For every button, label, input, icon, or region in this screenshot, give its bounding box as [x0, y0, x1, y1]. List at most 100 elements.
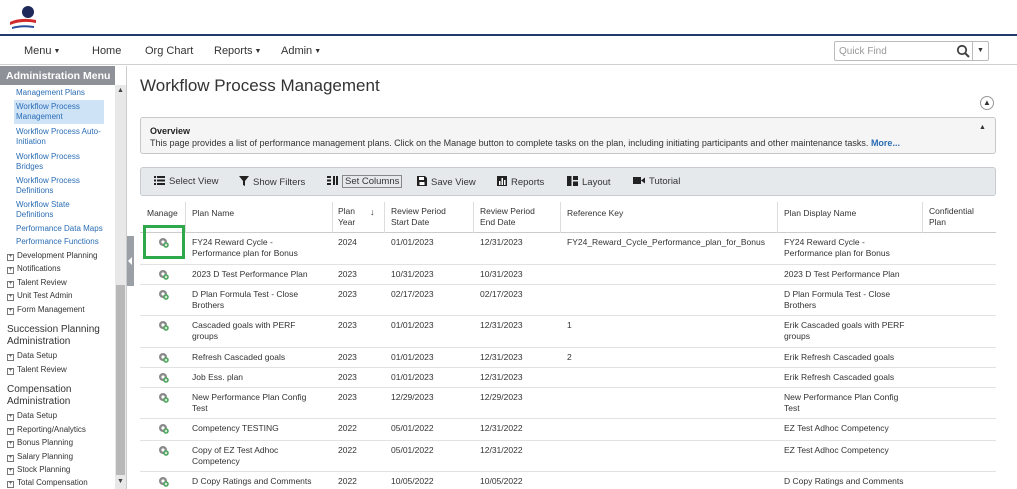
cell-plan-display-name: Erik Cascaded goals with PERF groups [784, 320, 904, 342]
nav-admin[interactable]: Admin ▼ [281, 45, 321, 57]
manage-gear-icon[interactable] [157, 444, 169, 456]
cell-end-date: 12/31/2022 [480, 445, 523, 455]
sidebar-item-development-planning[interactable]: + Development Planning [7, 251, 98, 261]
show-filters-button[interactable]: Show Filters [239, 176, 305, 188]
column-divider[interactable] [185, 202, 186, 233]
cell-start-date: 10/05/2022 [391, 476, 434, 486]
column-divider[interactable] [777, 202, 778, 233]
quick-find-input[interactable] [839, 44, 949, 58]
sidebar-item-unit-test-admin[interactable]: + Unit Test Admin [7, 291, 72, 301]
col-review-start[interactable]: Review Period Start Date [391, 206, 446, 228]
sidebar-item-salary-planning[interactable]: + Salary Planning [7, 452, 73, 462]
col-plan-display-name[interactable]: Plan Display Name [784, 208, 856, 219]
cell-end-date: 12/31/2023 [480, 237, 523, 247]
nav-reports[interactable]: Reports ▼ [214, 45, 261, 57]
sidebar-scrollbar[interactable]: ▲ ▼ [115, 85, 126, 489]
sidebar-item-notifications[interactable]: + Notifications [7, 264, 61, 274]
expand-icon: + [7, 441, 14, 448]
overview-description: This page provides a list of performance… [150, 138, 869, 148]
cell-start-date: 01/01/2023 [391, 352, 434, 362]
cell-plan-name: Refresh Cascaded goals [192, 352, 285, 363]
column-divider[interactable] [922, 202, 923, 233]
overview-text: This page provides a list of performance… [150, 138, 900, 148]
sidebar-item-workflow-process-bridges[interactable]: Workflow Process Bridges [16, 152, 106, 172]
scrollbar-thumb[interactable] [116, 285, 125, 475]
manage-gear-icon[interactable] [157, 391, 169, 403]
manage-gear-icon[interactable] [157, 422, 169, 434]
column-divider[interactable] [332, 202, 333, 233]
sidebar-item-succession-talent-review[interactable]: + Talent Review [7, 365, 67, 375]
nav-home[interactable]: Home [92, 45, 121, 57]
sidebar-item-management-plans[interactable]: Management Plans [16, 88, 106, 98]
sidebar-item-succession-data-setup[interactable]: + Data Setup [7, 351, 57, 361]
sidebar-item-reporting-analytics[interactable]: + Reporting/Analytics [7, 425, 86, 435]
col-manage[interactable]: Manage [147, 208, 178, 219]
sidebar-item-workflow-process-auto-initiation[interactable]: Workflow Process Auto-Initiation [16, 127, 106, 147]
expand-icon: + [7, 414, 14, 421]
cell-end-date: 02/17/2023 [480, 289, 523, 299]
table-row: Copy of EZ Test Adhoc Competency 2022 05/01… [140, 441, 996, 472]
nav-org-chart[interactable]: Org Chart [145, 45, 193, 57]
sidebar-item-workflow-process-management[interactable]: Workflow Process Management [14, 100, 104, 124]
manage-gear-icon[interactable] [157, 288, 169, 300]
save-view-button[interactable]: Save View [417, 176, 476, 188]
cell-plan-name: Copy of EZ Test Adhoc Competency [192, 445, 278, 467]
company-logo[interactable] [8, 5, 38, 31]
cell-reference-key: FY24_Reward_Cycle_Performance_plan_for_B… [567, 237, 765, 247]
sidebar-item-comp-data-setup[interactable]: + Data Setup [7, 411, 57, 421]
quick-find: ▼ [834, 41, 989, 61]
sidebar-item-label: Total Compensation [17, 478, 88, 487]
expand-icon: + [7, 308, 14, 315]
scroll-up-icon[interactable]: ▲ [117, 87, 124, 94]
layout-button[interactable]: Layout [567, 176, 611, 188]
sidebar-item-talent-review[interactable]: + Talent Review [7, 278, 67, 288]
more-link[interactable]: More... [871, 138, 900, 148]
manage-gear-icon[interactable] [157, 268, 169, 280]
sidebar-collapse-handle[interactable] [127, 236, 134, 286]
bar-chart-icon [497, 176, 507, 186]
sidebar-item-workflow-process-definitions[interactable]: Workflow Process Definitions [16, 176, 106, 196]
sidebar-item-label: Bonus Planning [17, 438, 74, 447]
col-plan-name[interactable]: Plan Name [192, 208, 234, 219]
set-columns-button[interactable]: Set Columns [327, 175, 403, 188]
select-view-button[interactable]: Select View [154, 176, 218, 187]
sidebar-item-label: Salary Planning [17, 452, 74, 461]
sort-descending-icon[interactable]: ↓ [370, 207, 375, 217]
sidebar-item-performance-data-maps[interactable]: Performance Data Maps [16, 224, 106, 234]
manage-gear-icon[interactable] [157, 319, 169, 331]
scroll-down-icon[interactable]: ▼ [117, 478, 124, 485]
column-divider[interactable] [560, 202, 561, 233]
sidebar-item-stock-planning[interactable]: + Stock Planning [7, 465, 70, 475]
select-view-label: Select View [169, 176, 219, 187]
sidebar-item-total-compensation[interactable]: + Total Compensation [7, 478, 88, 488]
col-plan-year-line1: Plan [338, 206, 356, 216]
grid-toolbar: Select View Show Filters Set Columns Sav… [140, 167, 996, 196]
col-review-end[interactable]: Review Period End Date [480, 206, 535, 228]
manage-gear-icon[interactable] [157, 351, 169, 363]
col-end-line2: End Date [480, 217, 516, 227]
column-divider[interactable] [384, 202, 385, 233]
quick-find-dropdown[interactable]: ▼ [972, 42, 988, 60]
overview-collapse-icon[interactable]: ▲ [979, 124, 986, 131]
search-icon[interactable] [956, 44, 970, 58]
cell-start-date: 01/01/2023 [391, 372, 434, 382]
sidebar-item-form-management[interactable]: + Form Management [7, 305, 85, 315]
sidebar-item-bonus-planning[interactable]: + Bonus Planning [7, 438, 73, 448]
manage-gear-icon[interactable] [157, 475, 169, 487]
chevron-up-icon[interactable]: ▲ [980, 96, 994, 110]
sidebar-item-workflow-state-definitions[interactable]: Workflow State Definitions [16, 200, 106, 220]
tutorial-button[interactable]: Tutorial [633, 176, 680, 187]
top-header [0, 0, 1017, 36]
cell-start-date: 02/17/2023 [391, 289, 434, 299]
col-confidential-plan[interactable]: Confidential Plan [929, 206, 974, 228]
nav-menu[interactable]: Menu ▼ [24, 45, 60, 57]
reports-button[interactable]: Reports [497, 176, 544, 188]
col-plan-year[interactable]: Plan Year [338, 206, 355, 228]
column-divider[interactable] [473, 202, 474, 233]
chevron-down-icon: ▼ [53, 48, 61, 55]
manage-gear-icon[interactable] [157, 371, 169, 383]
sidebar-item-performance-functions[interactable]: Performance Functions [16, 237, 106, 247]
cell-plan-name-line: Performance plan for Bonus [192, 248, 298, 258]
col-reference-key[interactable]: Reference Key [567, 208, 623, 219]
chevron-down-icon: ▼ [254, 48, 262, 55]
